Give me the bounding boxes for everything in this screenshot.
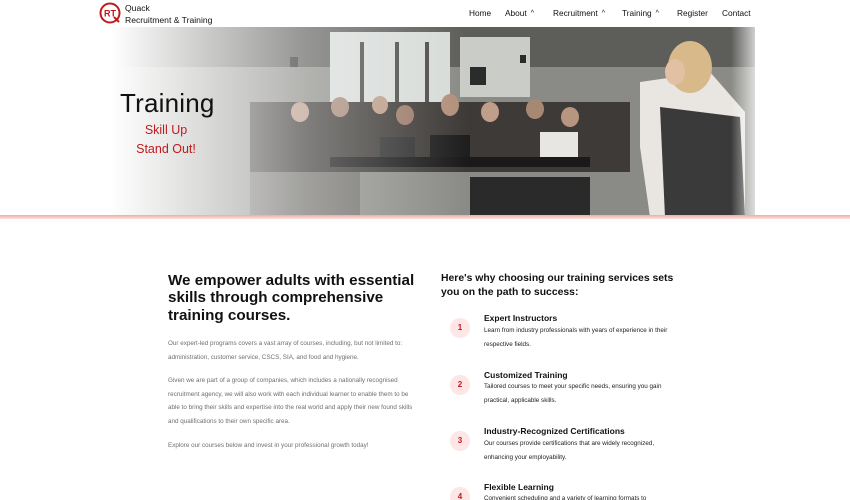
feature-description: Learn from industry professionals with y… [484,327,668,348]
hero-title: Training [120,88,215,118]
feature-title: Industry-Recognized Certifications [484,426,625,436]
feature-number-badge: 3 [450,431,470,451]
nav-about-label: About [505,8,527,18]
nav-recruitment[interactable]: Recruitment ^ [553,8,605,18]
feature-number-badge: 1 [450,318,470,338]
nav-training[interactable]: Training ^ [622,8,659,18]
nav-training-label: Training [622,8,652,18]
feature-title: Flexible Learning [484,482,554,492]
hero-divider [0,215,850,219]
chevron-up-icon: ^ [530,10,534,17]
feature-number-badge: 4 [450,487,470,500]
intro-paragraph: Explore our courses below and invest in … [168,442,369,449]
site-header: RT Quack Recruitment & Training Home Abo… [0,0,850,27]
chevron-up-icon: ^ [655,10,659,17]
feature-description: Convenient scheduling and a variety of l… [484,495,647,500]
feature-title: Expert Instructors [484,313,558,323]
intro-paragraph: Our expert-led programs covers a vast ar… [168,340,403,361]
classroom-photo [0,27,850,217]
hero-banner: Training Skill Up Stand Out! [0,27,850,217]
hero-subtitle-line-1: Skill Up [144,123,188,137]
intro-paragraph: Given we are part of a group of companie… [168,377,413,425]
nav-contact[interactable]: Contact [722,8,751,18]
feature-title: Customized Training [484,370,568,380]
nav-register[interactable]: Register [677,8,708,18]
why-heading: Here's why choosing our training service… [441,273,674,298]
feature-number-badge: 2 [450,375,470,395]
nav-about[interactable]: About ^ [505,8,534,18]
chevron-up-icon: ^ [601,10,606,17]
intro-heading: We empower adults with essential skills … [168,272,415,324]
nav-recruitment-label: Recruitment [553,8,598,18]
hero-subtitle-line-2: Stand Out! [136,142,196,156]
main-nav: Home About ^ Recruitment ^ Training ^ Regis… [0,8,850,20]
feature-description: Our courses provide certifications that … [484,440,655,461]
nav-home[interactable]: Home [469,8,491,18]
feature-description: Tailored courses to meet your specific n… [484,383,662,404]
